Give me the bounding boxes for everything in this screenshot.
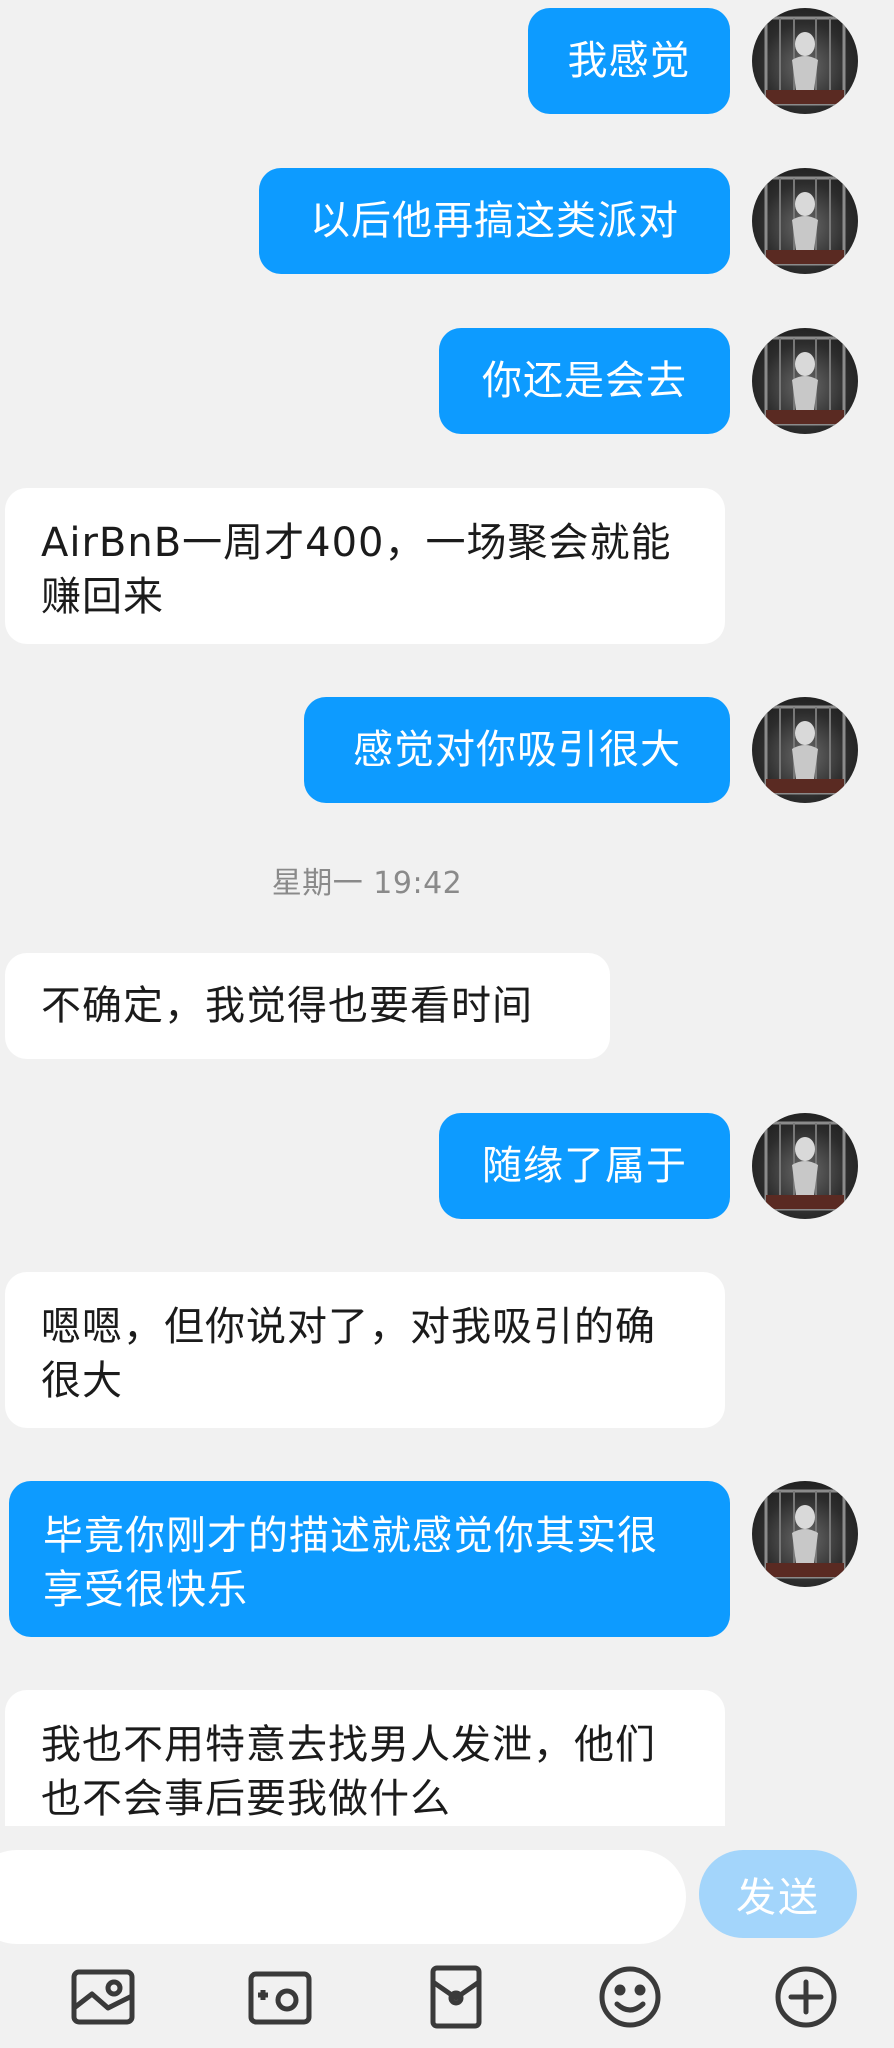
message-timestamp: 星期一 19:42 [271,866,463,901]
message-bubble-outgoing[interactable]: 感觉对你吸引很大 [304,697,730,803]
red-packet-icon[interactable] [421,1962,491,2032]
chat-screen: 我感觉 以后他再搞这类派对 你还是会去 AirBnB一周才400，一场聚会就能赚… [0,0,894,2048]
bottom-toolbar [0,1946,894,2048]
message-bubble-incoming[interactable]: 嗯嗯，但你说对了，对我吸引的确很大 [5,1272,725,1428]
image-icon[interactable] [68,1962,138,2032]
message-list[interactable]: 我感觉 以后他再搞这类派对 你还是会去 AirBnB一周才400，一场聚会就能赚… [0,0,894,1826]
composer-bar: 发送 [0,1826,894,1946]
message-bubble-outgoing[interactable]: 随缘了属于 [439,1113,730,1219]
avatar[interactable] [752,697,858,803]
message-bubble-outgoing[interactable]: 我感觉 [528,8,730,114]
message-bubble-incoming[interactable]: 我也不用特意去找男人发泄，他们也不会事后要我做什么 [5,1690,725,1826]
emoji-icon[interactable] [595,1962,665,2032]
message-bubble-incoming[interactable]: 不确定，我觉得也要看时间 [5,953,610,1059]
avatar[interactable] [752,168,858,274]
avatar[interactable] [752,1113,858,1219]
avatar[interactable] [752,1481,858,1587]
plus-icon[interactable] [771,1962,841,2032]
message-bubble-incoming[interactable]: AirBnB一周才400，一场聚会就能赚回来 [5,488,725,644]
message-bubble-outgoing[interactable]: 你还是会去 [439,328,730,434]
message-bubble-outgoing[interactable]: 以后他再搞这类派对 [259,168,730,274]
send-button[interactable]: 发送 [699,1850,857,1938]
avatar[interactable] [752,328,858,434]
camera-icon[interactable] [245,1962,315,2032]
message-input[interactable] [0,1850,686,1944]
message-bubble-outgoing[interactable]: 毕竟你刚才的描述就感觉你其实很享受很快乐 [9,1481,730,1637]
avatar[interactable] [752,8,858,114]
